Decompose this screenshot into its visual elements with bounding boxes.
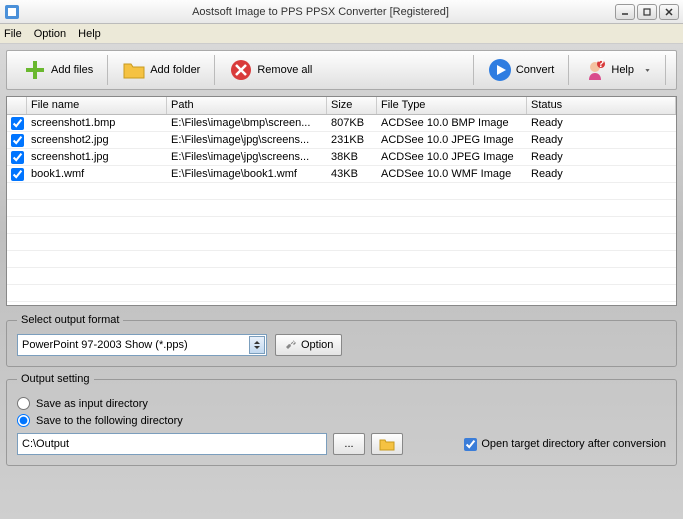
cell-status: Ready: [527, 167, 676, 181]
column-header-path[interactable]: Path: [167, 97, 327, 114]
app-icon: [4, 4, 20, 20]
menubar: File Option Help: [0, 24, 683, 44]
menu-option[interactable]: Option: [34, 28, 66, 40]
option-label: Option: [301, 339, 333, 351]
help-icon: ?: [583, 58, 607, 82]
cell-path: E:\Files\image\jpg\screens...: [167, 150, 327, 164]
browse-button[interactable]: ...: [333, 433, 365, 455]
row-checkbox[interactable]: [11, 117, 24, 130]
output-setting-legend: Output setting: [17, 373, 94, 385]
table-row: [7, 217, 676, 234]
convert-label: Convert: [516, 64, 555, 76]
remove-all-label: Remove all: [257, 64, 312, 76]
cell-filename: screenshot1.jpg: [27, 150, 167, 164]
save-following-radio[interactable]: [17, 414, 30, 427]
open-after-checkbox[interactable]: [464, 438, 477, 451]
output-setting-group: Output setting Save as input directory S…: [6, 373, 677, 466]
remove-all-button[interactable]: Remove all: [219, 54, 322, 86]
help-label: Help: [611, 64, 634, 76]
option-button[interactable]: Option: [275, 334, 342, 356]
save-input-label: Save as input directory: [36, 398, 148, 410]
open-after-label: Open target directory after conversion: [481, 438, 666, 450]
cell-filename: screenshot2.jpg: [27, 133, 167, 147]
table-row: [7, 268, 676, 285]
toolbar: Add files Add folder Remove all Convert …: [6, 50, 677, 90]
close-button[interactable]: [659, 4, 679, 20]
save-following-label: Save to the following directory: [36, 415, 183, 427]
column-header-size[interactable]: Size: [327, 97, 377, 114]
cell-path: E:\Files\image\book1.wmf: [167, 167, 327, 181]
table-header: File name Path Size File Type Status: [7, 97, 676, 115]
table-row[interactable]: book1.wmfE:\Files\image\book1.wmf43KBACD…: [7, 166, 676, 183]
table-row[interactable]: screenshot1.jpgE:\Files\image\jpg\screen…: [7, 149, 676, 166]
table-row[interactable]: screenshot2.jpgE:\Files\image\jpg\screen…: [7, 132, 676, 149]
save-input-radio[interactable]: [17, 397, 30, 410]
cell-status: Ready: [527, 116, 676, 130]
svg-text:?: ?: [598, 58, 605, 70]
cell-type: ACDSee 10.0 JPEG Image: [377, 133, 527, 147]
table-row: [7, 285, 676, 302]
table-row: [7, 200, 676, 217]
cell-size: 807KB: [327, 116, 377, 130]
table-row: [7, 234, 676, 251]
cell-filename: screenshot1.bmp: [27, 116, 167, 130]
open-folder-button[interactable]: [371, 433, 403, 455]
cell-size: 38KB: [327, 150, 377, 164]
folder-icon: [122, 58, 146, 82]
titlebar: Aostsoft Image to PPS PPSX Converter [Re…: [0, 0, 683, 24]
cell-type: ACDSee 10.0 JPEG Image: [377, 150, 527, 164]
minimize-button[interactable]: [615, 4, 635, 20]
column-header-filetype[interactable]: File Type: [377, 97, 527, 114]
play-icon: [488, 58, 512, 82]
maximize-button[interactable]: [637, 4, 657, 20]
window-title: Aostsoft Image to PPS PPSX Converter [Re…: [26, 6, 615, 18]
row-checkbox[interactable]: [11, 151, 24, 164]
add-files-button[interactable]: Add files: [13, 54, 103, 86]
combo-spinner-icon[interactable]: [249, 336, 265, 354]
cell-size: 231KB: [327, 133, 377, 147]
convert-button[interactable]: Convert: [478, 54, 565, 86]
cell-type: ACDSee 10.0 WMF Image: [377, 167, 527, 181]
row-checkbox[interactable]: [11, 168, 24, 181]
cell-type: ACDSee 10.0 BMP Image: [377, 116, 527, 130]
help-button[interactable]: ? Help: [573, 54, 661, 86]
cell-status: Ready: [527, 133, 676, 147]
output-format-legend: Select output format: [17, 314, 123, 326]
cell-size: 43KB: [327, 167, 377, 181]
cell-path: E:\Files\image\jpg\screens...: [167, 133, 327, 147]
chevron-down-icon: [644, 67, 651, 74]
output-format-group: Select output format PowerPoint 97-2003 …: [6, 314, 677, 367]
format-selected: PowerPoint 97-2003 Show (*.pps): [22, 339, 188, 351]
ellipsis-icon: ...: [344, 438, 353, 450]
table-row[interactable]: screenshot1.bmpE:\Files\image\bmp\screen…: [7, 115, 676, 132]
column-header-status[interactable]: Status: [527, 97, 676, 114]
folder-open-icon: [379, 437, 395, 451]
menu-help[interactable]: Help: [78, 28, 101, 40]
wrench-icon: [284, 338, 298, 352]
cell-status: Ready: [527, 150, 676, 164]
cell-filename: book1.wmf: [27, 167, 167, 181]
remove-icon: [229, 58, 253, 82]
column-header-check[interactable]: [7, 97, 27, 114]
table-row: [7, 251, 676, 268]
add-files-label: Add files: [51, 64, 93, 76]
row-checkbox[interactable]: [11, 134, 24, 147]
cell-path: E:\Files\image\bmp\screen...: [167, 116, 327, 130]
plus-icon: [23, 58, 47, 82]
menu-file[interactable]: File: [4, 28, 22, 40]
add-folder-label: Add folder: [150, 64, 200, 76]
column-header-filename[interactable]: File name: [27, 97, 167, 114]
output-path-input[interactable]: [17, 433, 327, 455]
format-combo[interactable]: PowerPoint 97-2003 Show (*.pps): [17, 334, 267, 356]
file-table: File name Path Size File Type Status scr…: [6, 96, 677, 306]
table-row: [7, 183, 676, 200]
add-folder-button[interactable]: Add folder: [112, 54, 210, 86]
